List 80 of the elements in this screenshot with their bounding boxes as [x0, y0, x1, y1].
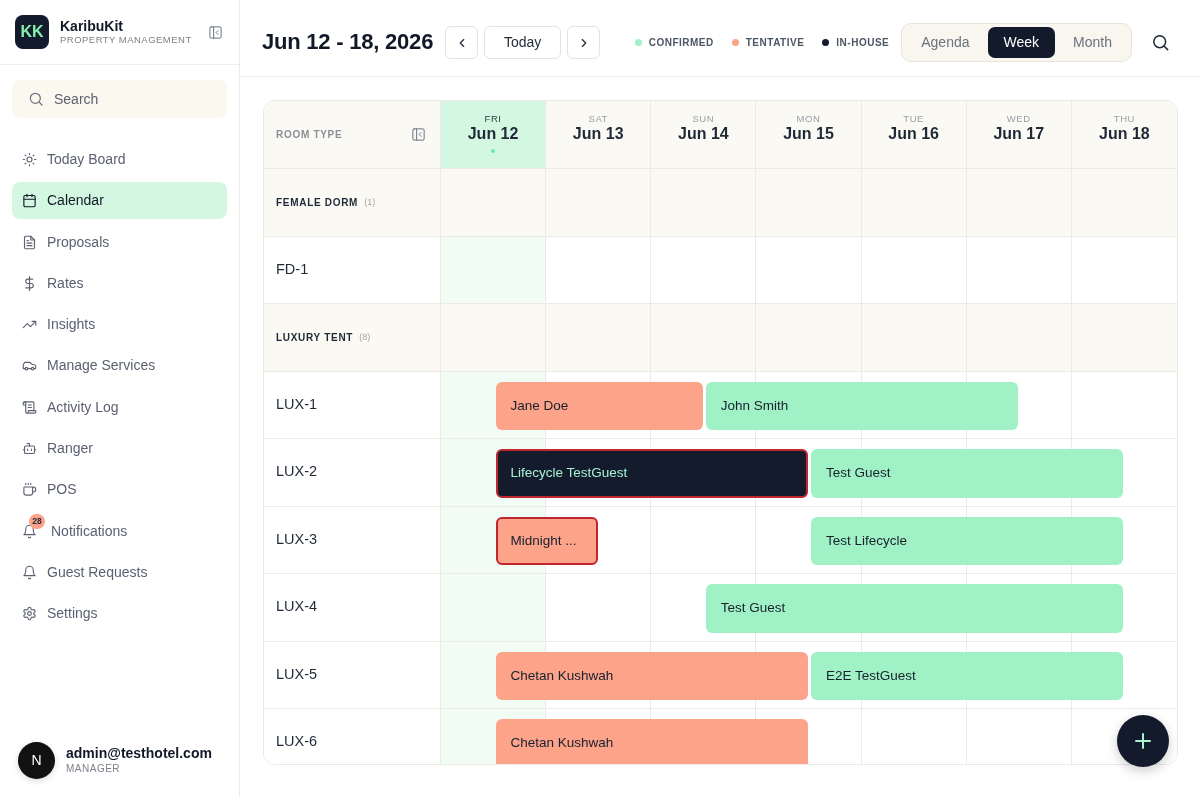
- group-count: (1): [364, 195, 376, 209]
- booking-bar[interactable]: Jane Doe: [495, 381, 703, 430]
- date-range-title: Jun 12 - 18, 2026: [262, 29, 434, 56]
- group-count: (8): [359, 330, 371, 344]
- room-label: LUX-5: [264, 641, 441, 709]
- today-dot-icon: [491, 149, 496, 154]
- booking-bar[interactable]: Test Guest: [705, 584, 1124, 633]
- weekday-label: SAT: [588, 113, 608, 125]
- user-role: MANAGER: [66, 762, 122, 777]
- scroll-icon: [22, 399, 37, 415]
- today-button[interactable]: Today: [484, 26, 562, 59]
- user-email: admin@testhotel.com: [66, 744, 212, 762]
- nav-item[interactable]: 28 Notifications: [12, 512, 227, 550]
- cup-icon: [22, 482, 37, 498]
- legend-label: TENTATIVE: [745, 36, 805, 50]
- group-name: LUXURY TENT: [276, 330, 354, 345]
- view-tab[interactable]: Month: [1057, 27, 1128, 58]
- booking-bar[interactable]: John Smith: [705, 381, 1019, 430]
- nav-item[interactable]: Activity Log: [12, 388, 227, 426]
- view-tab[interactable]: Week: [987, 27, 1056, 58]
- weekday-label: FRI: [484, 113, 502, 125]
- weekday-label: SUN: [692, 113, 715, 125]
- robot-icon: [22, 441, 37, 457]
- date-label: Jun 13: [572, 124, 624, 145]
- column-label: ROOM TYPE: [276, 128, 343, 142]
- notification-count: 28: [29, 513, 45, 529]
- booking-bar[interactable]: E2E TestGuest: [811, 651, 1124, 700]
- room-label: LUX-6: [264, 709, 441, 764]
- nav-item[interactable]: Calendar: [12, 182, 227, 220]
- nav-item[interactable]: Today Board: [12, 141, 227, 178]
- dollar-icon: [22, 275, 37, 291]
- room-label: LUX-4: [264, 574, 441, 642]
- view-tab[interactable]: Agenda: [905, 27, 986, 58]
- document-icon: [22, 234, 37, 250]
- weekday-label: MON: [796, 113, 821, 125]
- date-label: Jun 15: [783, 124, 834, 145]
- legend-label: CONFIRMED: [648, 36, 714, 50]
- avatar: N: [18, 742, 55, 779]
- booking-bar[interactable]: Test Lifecycle: [811, 516, 1124, 565]
- nav-item[interactable]: Ranger: [12, 430, 227, 468]
- nav-item[interactable]: Guest Requests: [12, 553, 227, 591]
- legend-label: IN-HOUSE: [836, 36, 890, 50]
- panel-collapse-icon[interactable]: [208, 24, 223, 40]
- app-name: KaribuKit: [60, 17, 124, 34]
- bell-icon: [22, 564, 37, 580]
- date-label: Jun 14: [678, 124, 729, 145]
- date-label: Jun 16: [888, 124, 939, 145]
- room-label: LUX-1: [264, 371, 441, 439]
- room-label: LUX-3: [264, 506, 441, 574]
- nav-item[interactable]: Settings: [12, 595, 227, 633]
- search-field[interactable]: Search: [12, 80, 227, 118]
- booking-bar[interactable]: Lifecycle TestGuest: [495, 449, 808, 498]
- app-logo: KK: [15, 15, 49, 49]
- booking-bar[interactable]: Midnight ...: [495, 516, 598, 565]
- nav-item[interactable]: Insights: [12, 306, 227, 344]
- date-label: Jun 18: [1099, 124, 1150, 145]
- gear-icon: [22, 606, 37, 622]
- search-icon: [1151, 33, 1170, 52]
- bell-icon: [22, 523, 37, 539]
- sun-icon: [22, 152, 37, 167]
- weekday-label: THU: [1113, 113, 1136, 125]
- room-label: FD-1: [264, 236, 441, 304]
- booking-bar[interactable]: Chetan Kushwah: [495, 651, 808, 700]
- nav-item[interactable]: Rates: [12, 264, 227, 302]
- weekday-label: WED: [1006, 113, 1031, 125]
- room-label: LUX-2: [264, 439, 441, 507]
- date-label: Jun 17: [993, 124, 1045, 145]
- calendar-icon: [22, 193, 37, 209]
- nav-item[interactable]: Manage Services: [12, 347, 227, 385]
- app-tagline: PROPERTY MANAGEMENT: [60, 33, 192, 47]
- search-button[interactable]: [1151, 33, 1170, 52]
- panel-collapse-icon[interactable]: [411, 127, 426, 142]
- booking-bar[interactable]: Test Guest: [811, 449, 1124, 498]
- group-name: FEMALE DORM: [276, 195, 359, 210]
- nav-item[interactable]: POS: [12, 471, 227, 509]
- nav-item[interactable]: Proposals: [12, 223, 227, 261]
- date-label: Jun 12: [467, 124, 519, 145]
- search-icon: [28, 91, 44, 107]
- weekday-label: TUE: [903, 113, 924, 125]
- booking-bar[interactable]: Chetan Kushwah: [495, 719, 808, 764]
